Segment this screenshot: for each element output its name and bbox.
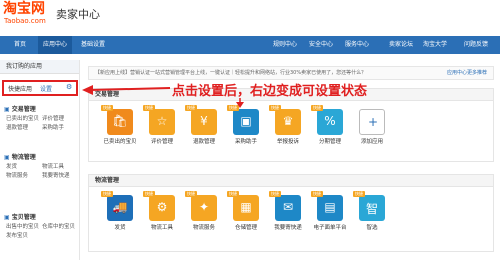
quick-tag-badge: 快捷 xyxy=(101,191,113,197)
app-tile-icon[interactable]: ✉ xyxy=(275,195,301,221)
app-tile-icon[interactable]: + xyxy=(359,109,385,135)
logo-subtext: Taobao.com xyxy=(4,17,46,25)
page-title: 卖家中心 xyxy=(56,8,100,21)
sidebar-group-trade: ▣ 交易管理 xyxy=(4,106,36,113)
app-tile[interactable]: ▦ 快捷仓储管理 xyxy=(227,191,263,231)
app-tile-label: 物流工具 xyxy=(150,225,173,231)
sidebar-link-logistics-tools[interactable]: 物流工具 xyxy=(42,162,64,170)
quick-tag-badge: 快捷 xyxy=(185,191,197,197)
nav-app-center[interactable]: 应用中心 xyxy=(38,36,72,54)
instruction-annotation: 点击设置后，右边变成可设置状态 xyxy=(172,84,368,99)
announcement-text[interactable]: 【新应用上线】营销认证一站式营销管理平台上线，一键认证｜轻松提升和网络站，行业3… xyxy=(95,70,366,76)
taobao-logo[interactable]: 淘宝网 xyxy=(3,2,45,17)
app-tile[interactable]: ☆ 快捷评价管理 xyxy=(143,105,179,145)
sidebar-link-express[interactable]: 我要寄快递 xyxy=(42,171,70,179)
app-tile[interactable]: 🛍 快捷已卖出的宝贝 xyxy=(101,105,137,145)
panel-logistics-title: 物流管理 xyxy=(89,175,493,187)
app-tile-label: 分期管理 xyxy=(318,139,341,145)
sidebar-link-purchase[interactable]: 采购助手 xyxy=(42,123,64,131)
app-tile-icon[interactable]: 智 xyxy=(359,195,385,221)
nav-forum[interactable]: 卖家论坛 xyxy=(386,36,416,54)
app-tile[interactable]: 🚚 快捷发货 xyxy=(101,191,137,231)
sidebar-link-sold[interactable]: 已卖出的宝贝 xyxy=(6,114,39,122)
quick-apps-row: 快捷应用 设置 ⚙ xyxy=(2,80,78,96)
sidebar-group-items: ▣ 宝贝管理 xyxy=(4,214,36,221)
nav-feedback[interactable]: 问题反馈 xyxy=(456,36,496,54)
quick-apps-settings-link[interactable]: 设置 xyxy=(40,84,52,93)
quick-tag-badge: 快捷 xyxy=(269,105,281,111)
logistics-group-icon: ▣ xyxy=(4,154,10,161)
app-tile-icon[interactable]: ✦ xyxy=(191,195,217,221)
app-tile-icon[interactable]: ▣ xyxy=(233,109,259,135)
app-tile-icon[interactable]: 🛍 xyxy=(107,109,133,135)
quick-tag-badge: 快捷 xyxy=(143,191,155,197)
sidebar-link-logistics-service[interactable]: 物流服务 xyxy=(6,171,28,179)
app-tile[interactable]: + 添加应用 xyxy=(355,109,389,145)
quick-tag-badge: 快捷 xyxy=(101,105,113,111)
nav-home[interactable]: 首页 xyxy=(6,36,34,54)
nav-security[interactable]: 安全中心 xyxy=(306,36,336,54)
app-tile-label: 已卖出的宝贝 xyxy=(103,139,137,145)
app-tile-label: 退款管理 xyxy=(192,139,215,145)
header: 淘宝网 Taobao.com 卖家中心 xyxy=(0,0,500,30)
announcement-bar: 【新应用上线】营销认证一站式营销管理平台上线，一键认证｜轻松提升和网络站，行业3… xyxy=(88,66,494,80)
app-tile-label: 电子面单平台 xyxy=(313,225,347,231)
quick-tag-badge: 快捷 xyxy=(227,105,239,111)
sidebar-link-ship[interactable]: 发货 xyxy=(6,162,17,170)
app-tile-label: 我要寄快递 xyxy=(274,225,302,231)
trade-group-icon: ▣ xyxy=(4,106,10,113)
panel-trade: 交易管理 🛍 快捷 已卖出的宝贝 ☆ 快捷 评价管理 ¥ 快捷 退款管理 ▣ 快捷 采购助手 ♛ 快捷 举报… xyxy=(88,88,494,162)
app-tile-label: 发货 xyxy=(114,225,126,231)
app-tile-label: 举报投诉 xyxy=(276,139,299,145)
quick-tag-badge: 快捷 xyxy=(353,191,365,197)
quick-tag-badge: 快捷 xyxy=(269,191,281,197)
sidebar-link-warehouse[interactable]: 仓库中的宝贝 xyxy=(42,222,75,230)
quick-tag-badge: 快捷 xyxy=(227,191,239,197)
sidebar-link-on-sale[interactable]: 出售中的宝贝 xyxy=(6,222,39,230)
top-nav: 首页 应用中心 基础设置 规则中心 安全中心 服务中心 卖家论坛 淘宝大学 问题… xyxy=(0,36,500,54)
app-tile-icon[interactable]: % xyxy=(317,109,343,135)
app-tile-icon[interactable]: ▦ xyxy=(233,195,259,221)
app-tile[interactable]: ⚙ 快捷物流工具 xyxy=(143,191,179,231)
sidebar-link-publish[interactable]: 发布宝贝 xyxy=(6,231,28,239)
nav-university[interactable]: 淘宝大学 xyxy=(420,36,450,54)
app-tile-label: 评价管理 xyxy=(150,139,173,145)
quick-tag-badge: 快捷 xyxy=(311,191,323,197)
app-center-more-link[interactable]: 应用中心更多推荐 xyxy=(447,67,487,79)
nav-service[interactable]: 服务中心 xyxy=(342,36,372,54)
panel-logistics: 物流管理 🚚 快捷 发货 ⚙ 快捷 物流工具 ✦ 快捷 物流服务 ▦ 快捷 仓储管理 ✉ 快捷 我要寄快递 ▤… xyxy=(88,174,494,252)
app-tile-label: 仓储管理 xyxy=(234,225,257,231)
app-tile[interactable]: ♛ 快捷举报投诉 xyxy=(269,105,305,145)
quick-tag-badge: 快捷 xyxy=(185,105,197,111)
app-tile-icon[interactable]: ♛ xyxy=(275,109,301,135)
quick-tag-badge: 快捷 xyxy=(311,105,323,111)
app-tile[interactable]: ¥ 快捷退款管理 xyxy=(185,105,221,145)
app-tile-icon[interactable]: ⚙ xyxy=(149,195,175,221)
nav-basic-settings[interactable]: 基础设置 xyxy=(76,36,110,54)
app-tile-icon[interactable]: ☆ xyxy=(149,109,175,135)
quick-tag-badge: 快捷 xyxy=(143,105,155,111)
app-tile-icon[interactable]: 🚚 xyxy=(107,195,133,221)
sidebar: 我订购的应用 快捷应用 设置 ⚙ ▣ 交易管理 已卖出的宝贝 评价管理 退款管理… xyxy=(0,60,80,260)
app-tile[interactable]: ✦ 快捷物流服务 xyxy=(185,191,221,231)
app-tile-label: 添加应用 xyxy=(360,139,383,145)
sidebar-link-refunds[interactable]: 退款管理 xyxy=(6,123,28,131)
sidebar-title: 我订购的应用 xyxy=(0,60,79,74)
app-tile-icon[interactable]: ▤ xyxy=(317,195,343,221)
app-tile-label: 采购助手 xyxy=(234,139,257,145)
app-tile-icon[interactable]: ¥ xyxy=(191,109,217,135)
app-tile[interactable]: 智快捷智选 xyxy=(353,191,389,231)
app-tile[interactable]: ▣ 快捷采购助手 xyxy=(227,105,263,145)
app-tile[interactable]: ✉ 快捷我要寄快递 xyxy=(269,191,305,231)
app-tile-label: 物流服务 xyxy=(192,225,215,231)
items-group-icon: ▣ xyxy=(4,214,10,221)
sidebar-link-reviews[interactable]: 评价管理 xyxy=(42,114,64,122)
quick-apps-label: 快捷应用 xyxy=(8,86,33,93)
app-tile[interactable]: % 快捷分期管理 xyxy=(311,105,347,145)
app-tile-label: 智选 xyxy=(366,225,378,231)
settings-gear-icon[interactable]: ⚙ xyxy=(66,83,72,91)
nav-rules[interactable]: 规则中心 xyxy=(270,36,300,54)
app-tile[interactable]: ▤ 快捷电子面单平台 xyxy=(311,191,347,231)
sidebar-group-logistics: ▣ 物流管理 xyxy=(4,154,36,161)
